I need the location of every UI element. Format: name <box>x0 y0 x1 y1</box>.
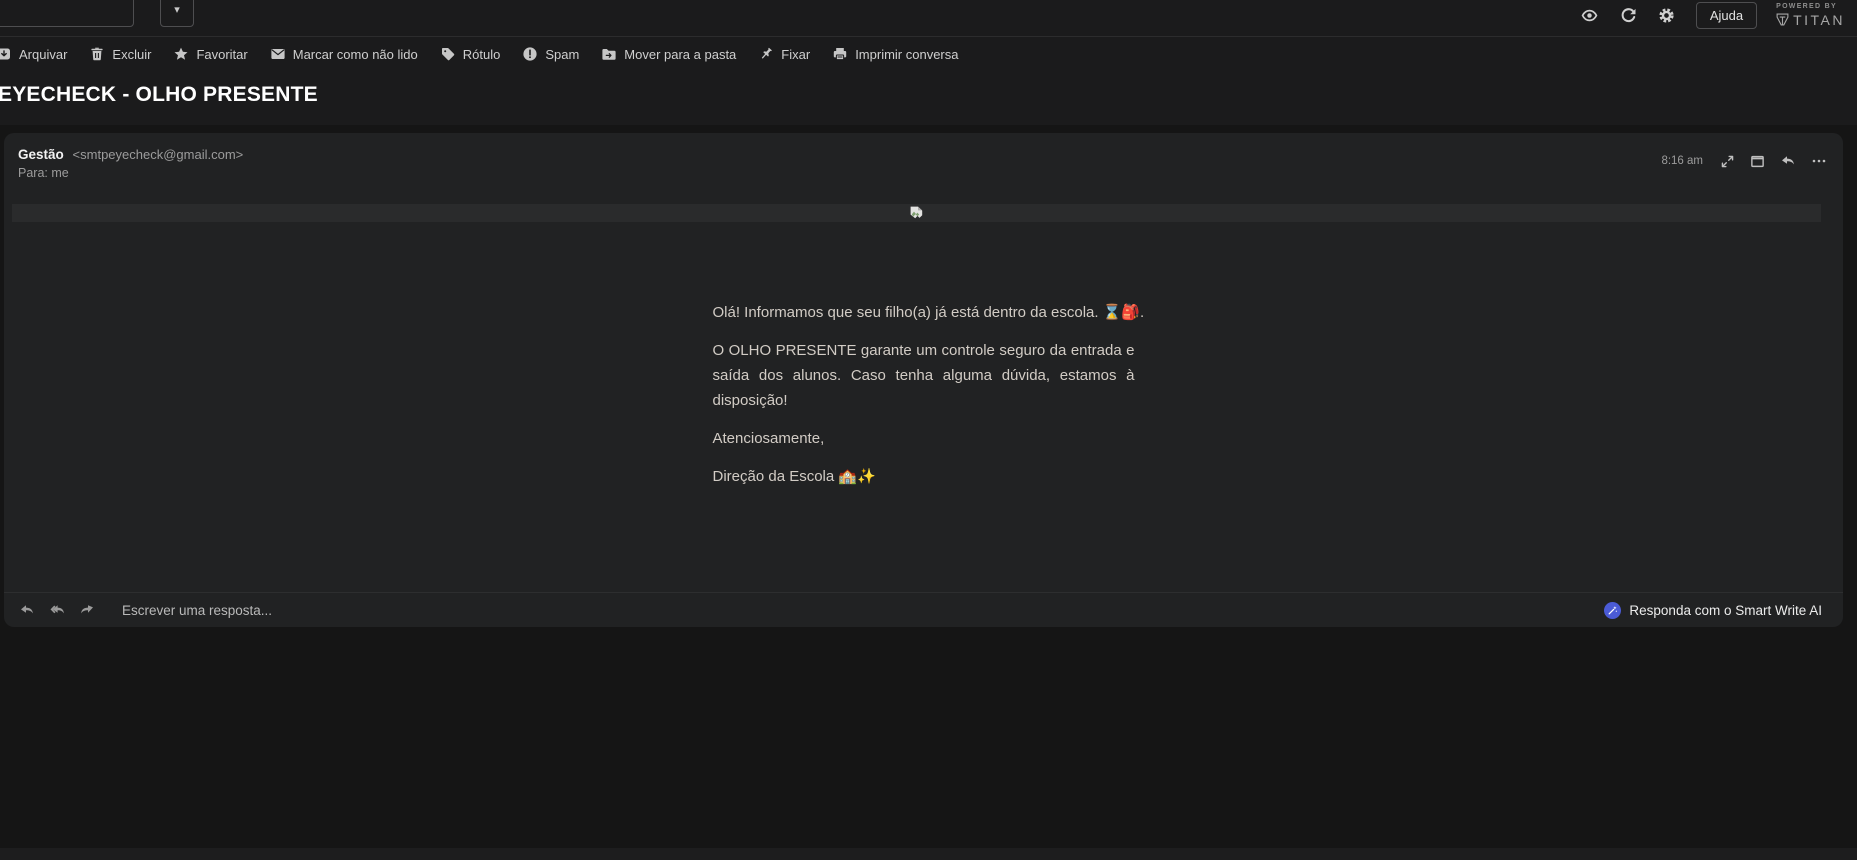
pin-icon <box>758 46 774 62</box>
quick-forward-button[interactable] <box>79 602 95 618</box>
chevron-down-icon: ▾ <box>174 3 180 16</box>
toolbar-label: Mover para a pasta <box>624 47 736 62</box>
expand-message-button[interactable] <box>1720 154 1735 169</box>
smart-write-button[interactable]: Responda com o Smart Write AI <box>1598 601 1828 620</box>
message-time: 8:16 am <box>1661 155 1703 167</box>
sender-email: <smtpeyecheck@gmail.com> <box>73 147 244 162</box>
thread-subject: EYECHECK - OLHO PRESENTE <box>0 83 1857 107</box>
reply-all-icon <box>49 602 65 618</box>
reply-button[interactable] <box>1780 153 1796 169</box>
toolbar-label: Excluir <box>112 47 151 62</box>
top-chrome: ▾ <box>0 0 1857 125</box>
message-body: Olá! Informamos que seu filho(a) já está… <box>713 300 1135 489</box>
mail-app: ▾ <box>0 0 1857 860</box>
top-row: ▾ <box>0 0 1857 36</box>
trash-icon <box>89 46 105 62</box>
toolbar-mark-unread-button[interactable]: Marcar como não lido <box>259 46 429 62</box>
toolbar-label-button[interactable]: Rótulo <box>429 46 512 62</box>
powered-by-label: POWERED BY <box>1776 3 1837 10</box>
toolbar-label: Marcar como não lido <box>293 47 418 62</box>
gear-icon <box>1658 7 1675 24</box>
horizontal-scrollbar-track[interactable] <box>0 848 1857 860</box>
titan-logo-icon <box>1776 13 1789 26</box>
forward-icon <box>79 602 95 618</box>
reply-icon <box>1780 153 1796 169</box>
toolbar-favorite-button[interactable]: Favoritar <box>162 46 258 62</box>
toolbar-delete-button[interactable]: Excluir <box>78 46 162 62</box>
subject-row: EYECHECK - OLHO PRESENTE <box>0 71 1857 107</box>
toolbar-spam-button[interactable]: Spam <box>511 46 590 62</box>
refresh-button[interactable] <box>1620 7 1637 24</box>
open-new-window-button[interactable] <box>1750 154 1765 169</box>
reply-bar-actions <box>19 602 95 618</box>
smart-write-wand-icon <box>1604 602 1621 619</box>
more-horizontal-icon <box>1811 153 1827 169</box>
read-receipts-button[interactable] <box>1580 7 1599 24</box>
reply-input-placeholder[interactable]: Escrever uma resposta... <box>122 603 272 618</box>
toolbar-pin-button[interactable]: Fixar <box>747 46 821 62</box>
spam-icon <box>522 46 538 62</box>
quick-reply-button[interactable] <box>19 602 35 618</box>
quick-reply-all-button[interactable] <box>49 602 65 618</box>
settings-button[interactable] <box>1658 7 1675 24</box>
body-greeting: Olá! Informamos que seu filho(a) já está… <box>713 300 1135 325</box>
sender-line: Gestão <smtpeyecheck@gmail.com> <box>18 147 1827 162</box>
more-options-button[interactable] <box>1811 153 1827 169</box>
toolbar-label: Fixar <box>781 47 810 62</box>
smart-write-label: Responda com o Smart Write AI <box>1629 603 1822 618</box>
inline-image-band <box>12 204 1821 222</box>
body-signature: Direção da Escola 🏫✨ <box>713 464 1135 489</box>
message-meta: 8:16 am <box>1661 153 1827 169</box>
mail-unread-icon <box>270 46 286 62</box>
recipient-line[interactable]: Para: me <box>18 166 1827 180</box>
body-paragraph: O OLHO PRESENTE garante um controle segu… <box>713 338 1135 413</box>
eye-icon <box>1580 7 1599 24</box>
expand-icon <box>1720 154 1735 169</box>
titan-brand-name: TITAN <box>1793 12 1845 28</box>
top-right-actions: Ajuda POWERED BY TITAN <box>1580 1 1845 29</box>
reply-bar: Escrever uma resposta... Responda com o … <box>4 592 1843 627</box>
search-dropdown-button[interactable]: ▾ <box>160 0 194 27</box>
help-button[interactable]: Ajuda <box>1696 2 1757 29</box>
toolbar-label: Spam <box>545 47 579 62</box>
toolbar-label: Arquivar <box>19 47 67 62</box>
toolbar-label: Favoritar <box>196 47 247 62</box>
toolbar-print-button[interactable]: Imprimir conversa <box>821 46 969 62</box>
sender-name: Gestão <box>18 147 64 162</box>
toolbar-label: Imprimir conversa <box>855 47 958 62</box>
broken-image-icon <box>910 206 923 221</box>
open-window-icon <box>1750 154 1765 169</box>
search-input[interactable] <box>0 0 134 27</box>
toolbar-label: Rótulo <box>463 47 501 62</box>
titan-brand: POWERED BY TITAN <box>1776 3 1845 28</box>
star-icon <box>173 46 189 62</box>
message-toolbar: Arquivar Excluir Favoritar <box>0 37 1857 71</box>
toolbar-move-folder-button[interactable]: Mover para a pasta <box>590 46 747 62</box>
body-closing: Atenciosamente, <box>713 426 1135 451</box>
archive-icon <box>0 46 12 62</box>
message-card: Gestão <smtpeyecheck@gmail.com> Para: me… <box>4 133 1843 627</box>
printer-icon <box>832 46 848 62</box>
message-header: Gestão <smtpeyecheck@gmail.com> Para: me… <box>4 133 1843 180</box>
tag-icon <box>440 46 456 62</box>
refresh-icon <box>1620 7 1637 24</box>
reply-icon <box>19 602 35 618</box>
folder-move-icon <box>601 46 617 62</box>
toolbar-archive-button[interactable]: Arquivar <box>0 46 78 62</box>
